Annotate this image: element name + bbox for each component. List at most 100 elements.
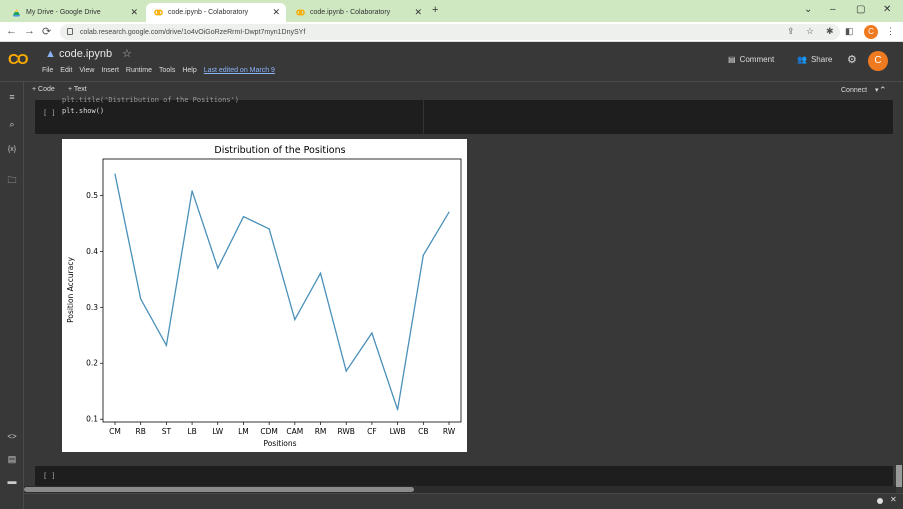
tab-colab-active[interactable]: code.ipynb - Colaboratory ✕ [146, 3, 286, 22]
notebook-title[interactable]: ▲ code.ipynb [45, 48, 112, 60]
scrollbar-thumb[interactable] [24, 487, 414, 492]
menu-runtime[interactable]: Runtime [126, 67, 152, 74]
x-tick-label: LWB [390, 427, 406, 436]
chart-title: Distribution of the Positions [214, 145, 345, 156]
back-button[interactable]: ← [6, 25, 17, 37]
close-icon[interactable]: ✕ [130, 7, 138, 18]
vertical-scrollbar[interactable] [896, 465, 902, 487]
tab-colab[interactable]: code.ipynb - Colaboratory ✕ [288, 3, 428, 22]
url-field[interactable]: colab.research.google.com/drive/1o4vOiGo… [60, 24, 840, 40]
horizontal-scrollbar[interactable] [24, 486, 896, 493]
tab-title: code.ipynb - Colaboratory [310, 9, 391, 16]
x-tick-label: RM [315, 427, 327, 436]
add-text-button[interactable]: + Text [68, 86, 87, 93]
colab-icon [154, 9, 163, 16]
x-tick-label: RB [136, 427, 146, 436]
tab-search-dropdown-icon[interactable]: ⌄ [804, 4, 812, 15]
menu-insert[interactable]: Insert [101, 67, 119, 74]
forward-button[interactable]: → [24, 25, 35, 37]
star-icon[interactable]: ☆ [122, 47, 132, 60]
code-line-partial: plt.title('Distribution of the Positions… [62, 96, 240, 104]
notebook-title-text: code.ipynb [58, 48, 113, 60]
series-position-accuracy [114, 173, 450, 411]
data-point-rwb [345, 370, 347, 372]
code-snippets-icon[interactable]: <> [6, 432, 18, 441]
run-cell-button[interactable]: [ ] [43, 472, 56, 480]
close-window-button[interactable]: ✕ [883, 4, 891, 15]
cell-divider [423, 100, 424, 134]
profile-avatar[interactable]: C [864, 25, 878, 39]
share-button[interactable]: 👥 Share [797, 55, 832, 64]
settings-gear-icon[interactable]: ⚙ [847, 53, 857, 66]
maximize-button[interactable]: ▢ [856, 4, 865, 15]
sidepanel-icon[interactable]: ◧ [845, 26, 854, 37]
variables-icon[interactable]: {x} [6, 146, 18, 153]
data-point-lw [217, 267, 219, 269]
new-tab-button[interactable]: + [432, 4, 438, 16]
comment-icon: ▤ [728, 55, 736, 64]
x-tick-label: LM [238, 427, 249, 436]
menu-file[interactable]: File [42, 67, 53, 74]
colab-logo[interactable]: CO [8, 51, 28, 68]
last-edited-link[interactable]: Last edited on March 9 [204, 67, 275, 74]
y-tick-label: 0.3 [86, 303, 98, 312]
x-tick-label: LB [187, 427, 196, 436]
x-tick-label: CAM [286, 427, 303, 436]
data-point-cm [114, 173, 116, 175]
x-tick-label: CF [367, 427, 377, 436]
bookmark-star-icon[interactable]: ☆ [806, 26, 814, 37]
user-avatar[interactable]: C [868, 51, 888, 71]
browser-tab-strip: My Drive - Google Drive ✕ code.ipynb - C… [0, 0, 903, 22]
folder-icon[interactable]: 🗀 [6, 173, 18, 189]
code-line: plt.show() [62, 107, 105, 115]
menu-view[interactable]: View [79, 67, 94, 74]
search-icon[interactable]: ⌕ [6, 119, 18, 130]
url-text: colab.research.google.com/drive/1o4vOiGo… [80, 28, 306, 36]
reload-button[interactable]: ⟳ [42, 25, 51, 38]
close-icon[interactable]: ✕ [272, 7, 280, 18]
collapse-header-icon[interactable]: ⌃ [879, 85, 887, 96]
status-bar: ✕ [24, 493, 903, 509]
connect-button[interactable]: Connect ▾ [841, 86, 879, 94]
data-point-cb [422, 254, 424, 256]
data-point-cdm [268, 228, 270, 230]
plot-frame [102, 158, 462, 423]
share-page-icon[interactable]: ⇪ [787, 26, 795, 37]
colab-header: CO ▲ code.ipynb ☆ File Edit View Insert … [0, 42, 903, 82]
google-drive-icon [12, 8, 21, 17]
extensions-icon[interactable]: ✱ [826, 26, 834, 37]
data-point-st [165, 344, 167, 346]
x-tick-label: RW [443, 427, 456, 436]
menu-edit[interactable]: Edit [60, 67, 72, 74]
x-tick-label: CDM [260, 427, 277, 436]
x-tick-label: ST [162, 427, 172, 436]
menu-help[interactable]: Help [182, 67, 196, 74]
y-tick-label: 0.5 [86, 191, 98, 200]
series-line [114, 173, 450, 410]
tab-title: code.ipynb - Colaboratory [168, 9, 249, 16]
run-cell-button[interactable]: [ ] [43, 109, 56, 117]
table-of-contents-icon[interactable]: ≡ [6, 92, 18, 102]
data-point-lb [191, 190, 193, 192]
add-code-button[interactable]: + Code [32, 86, 55, 93]
plot-output: Distribution of the Positions 0.1 0.2 0.3 0… [62, 139, 467, 452]
lock-icon [67, 28, 73, 35]
connect-label: Connect [841, 87, 868, 94]
data-point-lwb [397, 409, 399, 411]
address-bar-row: ← → ⟳ colab.research.google.com/drive/1o… [0, 22, 903, 42]
close-icon[interactable]: ✕ [414, 7, 422, 18]
y-tick-label: 0.2 [86, 359, 98, 368]
x-tick-label: LW [212, 427, 223, 436]
tab-google-drive[interactable]: My Drive - Google Drive ✕ [4, 3, 144, 22]
menu-tools[interactable]: Tools [159, 67, 175, 74]
comment-button[interactable]: ▤ Comment [728, 55, 774, 64]
data-point-rb [140, 298, 142, 300]
terminal-icon[interactable]: ▬ [6, 476, 18, 486]
x-tick-label: CM [109, 427, 121, 436]
close-icon[interactable]: ✕ [890, 495, 897, 504]
more-menu-icon[interactable]: ⋮ [886, 26, 895, 37]
command-palette-icon[interactable]: ▤ [6, 454, 18, 465]
empty-code-cell[interactable]: [ ] [35, 466, 893, 486]
minimize-button[interactable]: – [830, 4, 836, 15]
code-cell[interactable]: plt.title('Distribution of the Positions… [35, 96, 893, 134]
